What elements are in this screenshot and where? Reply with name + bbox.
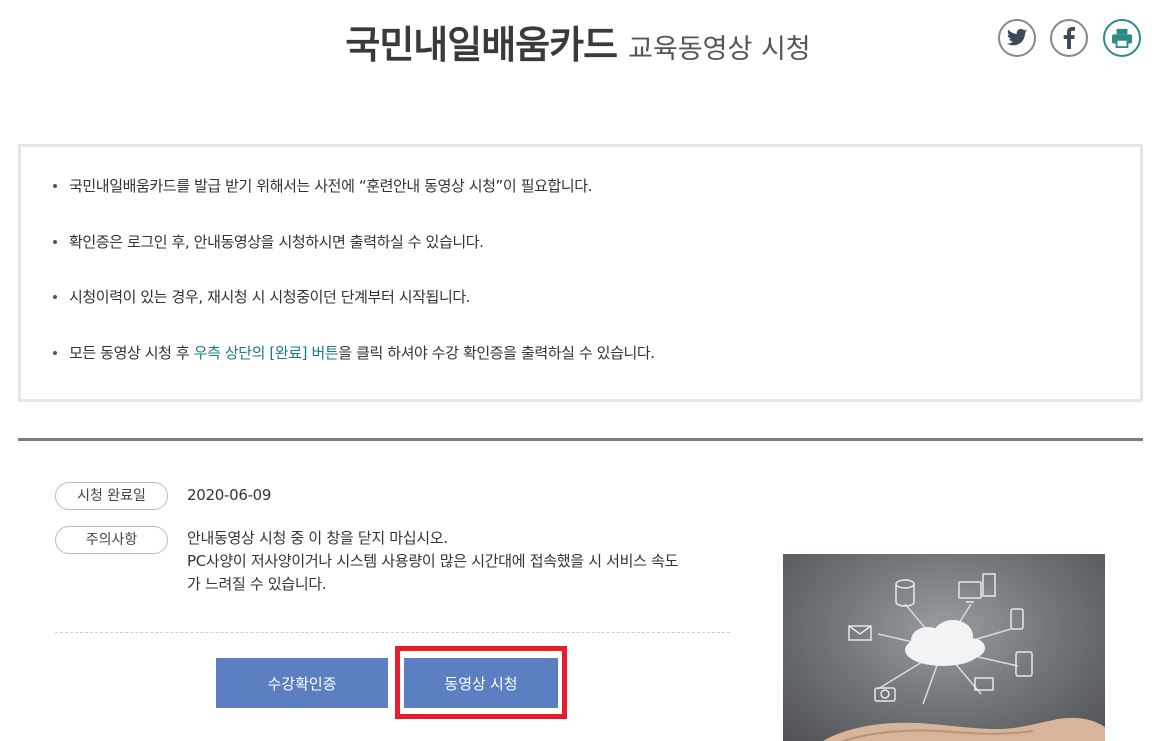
cloud-network-image [783, 554, 1105, 741]
cloud-network-illustration [823, 573, 1105, 741]
twitter-share-button[interactable] [998, 19, 1036, 57]
notice-text: 을 클릭 하셔야 수강 확인증을 출력하실 수 있습니다. [338, 343, 655, 362]
facebook-icon [1063, 27, 1075, 49]
caution-text: 안내동영상 시청 중 이 창을 닫지 마십시오. PC사양이 저사양이거나 시스… [187, 527, 678, 596]
caution-line: 가 느려질 수 있습니다. [187, 575, 327, 593]
certificate-button[interactable]: 수강확인증 [216, 658, 388, 708]
notice-box: 국민내일배움카드를 발급 받기 위해서는 사전에 “훈련안내 동영상 시청”이 … [18, 144, 1143, 402]
print-icon [1112, 28, 1132, 48]
dashed-divider [55, 632, 730, 633]
notice-item: 시청이력이 있는 경우, 재시청 시 시청중이던 단계부터 시작됩니다. [51, 287, 1140, 343]
notice-item: 모든 동영상 시청 후 우측 상단의 [완료] 버튼을 클릭 하셔야 수강 확인… [51, 343, 1140, 399]
twitter-icon [1006, 28, 1028, 46]
print-button[interactable] [1103, 19, 1141, 57]
notice-highlight: 우측 상단의 [완료] 버튼 [193, 343, 339, 362]
watch-video-button[interactable]: 동영상 시청 [404, 658, 558, 708]
completion-date-value: 2020-06-09 [187, 486, 272, 504]
page-title: 국민내일배움카드 [345, 23, 618, 67]
completion-date-label: 시청 완료일 [55, 482, 168, 510]
section-divider [18, 438, 1143, 441]
notice-list: 국민내일배움카드를 발급 받기 위해서는 사전에 “훈련안내 동영상 시청”이 … [21, 147, 1140, 398]
page-subtitle: 교육동영상 시청 [628, 34, 811, 65]
page-header: 국민내일배움카드 교육동영상 시청 [0, 14, 1156, 69]
caution-line: 안내동영상 시청 중 이 창을 닫지 마십시오. [187, 529, 448, 547]
facebook-share-button[interactable] [1050, 19, 1088, 57]
notice-item: 확인증은 로그인 후, 안내동영상을 시청하시면 출력하실 수 있습니다. [51, 232, 1140, 288]
notice-text: 모든 동영상 시청 후 [69, 343, 194, 362]
caution-line: PC사양이 저사양이거나 시스템 사용량이 많은 시간대에 접속했을 시 서비스… [187, 552, 679, 570]
notice-item: 국민내일배움카드를 발급 받기 위해서는 사전에 “훈련안내 동영상 시청”이 … [51, 176, 1140, 232]
caution-label: 주의사항 [55, 526, 168, 554]
